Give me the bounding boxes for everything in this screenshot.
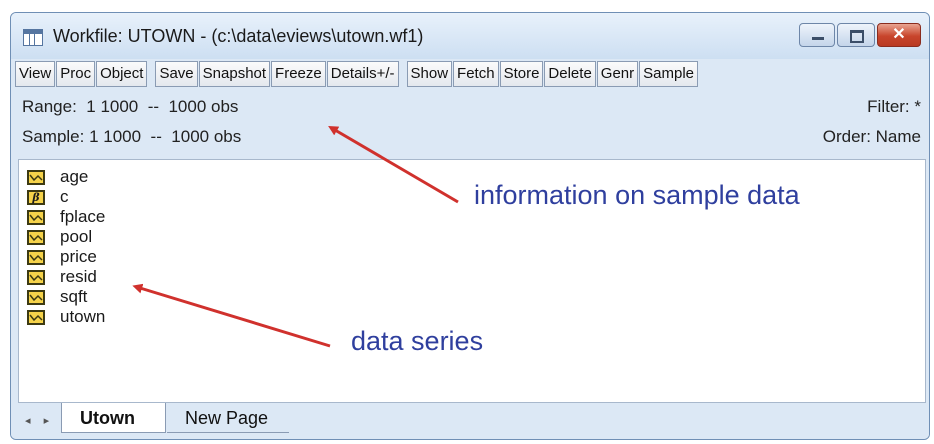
series-arrow — [132, 283, 331, 348]
annotation-arrows — [132, 125, 459, 348]
info-arrow — [328, 125, 459, 204]
